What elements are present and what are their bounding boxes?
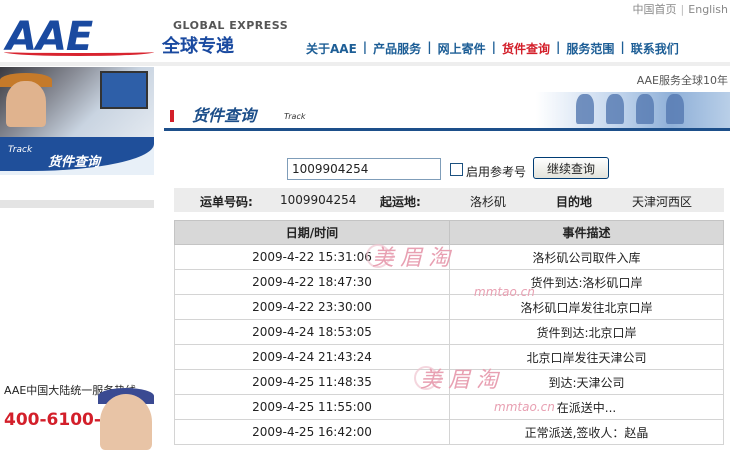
event-datetime: 2009-4-25 11:48:35 [174,369,450,395]
left-track-banner: Track 货件查询 [0,67,154,175]
event-description: 北京口岸发往天津公司 [449,344,724,370]
nav-products[interactable]: 产品服务 [367,40,427,57]
monitor-image [100,71,148,109]
event-description: 货件到达:北京口岸 [449,319,724,345]
datetime-column-header: 日期/时间 [174,220,450,245]
tracking-number-input[interactable] [287,158,441,180]
brand-chinese: 全球专递 [162,36,234,57]
banner-title: 货件查询 [48,155,101,170]
waybill-value: 1009904254 [280,193,357,207]
table-row: 2009-4-22 23:30:00 洛杉矶口岸发往北京口岸 [174,294,724,320]
photo-figure [606,94,624,124]
destination-label: 目的地 [556,195,593,209]
event-datetime: 2009-4-25 11:55:00 [174,394,450,420]
header-photo-strip [536,92,730,128]
table-row: 2009-4-22 18:47:30 货件到达:洛杉矶口岸 [174,269,724,295]
destination-value: 天津河西区 [632,195,693,209]
main-nav: 关于AAE | 产品服务 | 网上寄件 | 货件查询 | 服务范围 | 联系我们 [300,40,685,57]
event-description: 货件到达:洛杉矶口岸 [449,269,724,295]
description-column-header: 事件描述 [449,220,724,245]
english-link[interactable]: English [688,3,728,16]
banner-track-label: Track [8,145,33,155]
photo-figure [636,94,654,124]
origin-label: 起运地: [380,195,421,209]
event-description: 在派送中... [449,394,724,420]
title-accent-bar [170,110,174,122]
waybill-label: 运单号码: [200,195,253,209]
page-title-area: 货件查询 Track [164,90,730,132]
china-home-link[interactable]: 中国首页 [633,3,677,16]
header-rule [0,62,730,66]
table-row: 2009-4-25 11:48:35 到达:天津公司 [174,369,724,395]
event-description: 洛杉矶口岸发往北京口岸 [449,294,724,320]
event-description: 正常派送,签收人：赵晶 [449,419,724,445]
reference-checkbox[interactable] [450,163,463,176]
continue-search-button[interactable]: 继续查询 [533,157,609,179]
event-datetime: 2009-4-24 18:53:05 [174,319,450,345]
event-datetime: 2009-4-24 21:43:24 [174,344,450,370]
origin-value: 洛杉矶 [470,195,507,209]
page-title: 货件查询 [192,106,257,125]
nav-online-shipping[interactable]: 网上寄件 [432,40,492,57]
event-datetime: 2009-4-22 15:31:06 [174,244,450,270]
top-link-separator: | [680,3,685,16]
page-subtitle: Track [284,112,306,121]
table-row: 2009-4-24 18:53:05 货件到达:北京口岸 [174,319,724,345]
hotline-banner: AAE中国大陆统一服务热线 400-6100-400 [0,374,154,450]
nav-service-area[interactable]: 服务范围 [560,40,620,57]
photo-figure [666,94,684,124]
left-divider [0,200,154,208]
nav-tracking[interactable]: 货件查询 [496,40,556,57]
event-description: 到达:天津公司 [449,369,724,395]
nav-about[interactable]: 关于AAE [300,40,363,57]
slogan: AAE服务全球10年 [636,74,728,87]
table-row: 2009-4-24 21:43:24 北京口岸发往天津公司 [174,344,724,370]
table-row: 2009-4-25 11:55:00 在派送中... [174,394,724,420]
reference-checkbox-label[interactable]: 启用参考号 [466,163,526,180]
agent-photo [100,394,152,450]
table-row: 2009-4-22 15:31:06 洛杉矶公司取件入库 [174,244,724,270]
photo-figure [576,94,594,124]
tracking-events-table: 日期/时间 事件描述 2009-4-22 15:31:06 洛杉矶公司取件入库 2… [174,220,724,445]
event-datetime: 2009-4-22 18:47:30 [174,269,450,295]
shipment-summary: 运单号码: 1009904254 起运地: 洛杉矶 目的地 天津河西区 [174,188,724,212]
logo-swoosh [4,48,154,56]
event-datetime: 2009-4-25 16:42:00 [174,419,450,445]
top-links: 中国首页 | English [633,1,728,17]
nav-contact[interactable]: 联系我们 [625,40,685,57]
operator-image [6,81,46,127]
aae-logo[interactable]: AAE [4,10,154,60]
event-datetime: 2009-4-22 23:30:00 [174,294,450,320]
brand-english: GLOBAL EXPRESS [173,19,289,32]
event-description: 洛杉矶公司取件入库 [449,244,724,270]
site-header: AAE GLOBAL EXPRESS 全球专递 中国首页 | English 关于A… [0,0,730,66]
table-row: 2009-4-25 16:42:00 正常派送,签收人：赵晶 [174,419,724,445]
table-header-row: 日期/时间 事件描述 [174,220,724,245]
title-rule [164,128,730,131]
